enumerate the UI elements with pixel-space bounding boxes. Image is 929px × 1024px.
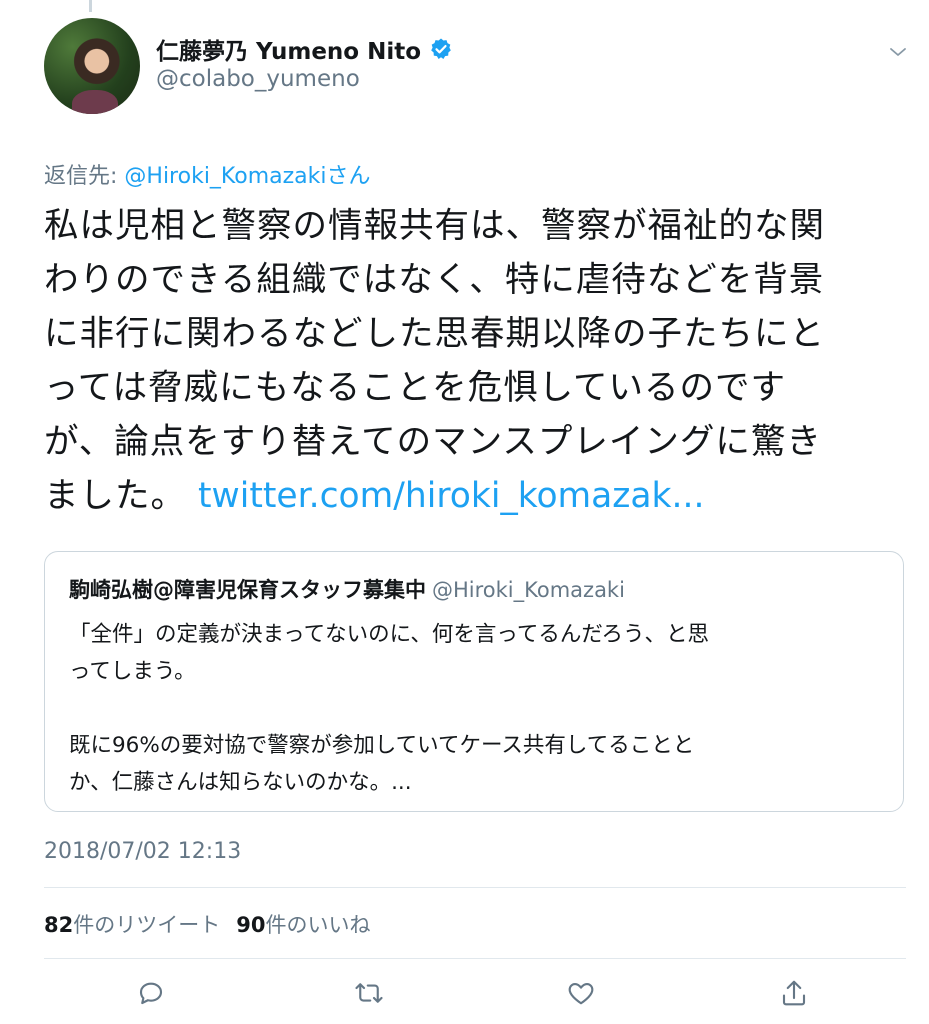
- retweet-button[interactable]: [352, 976, 386, 1010]
- retweet-label: 件のリツイート: [73, 913, 221, 937]
- quoted-text-line: ってしまう。: [69, 659, 196, 684]
- verified-badge-icon: [431, 38, 451, 59]
- retweet-count: 82: [44, 913, 74, 937]
- author-display-name[interactable]: 仁藤夢乃 Yumeno Nito: [156, 32, 421, 66]
- quoted-text-paragraph-gap: [69, 690, 889, 727]
- divider: [44, 887, 906, 888]
- reply-to-mention[interactable]: @Hiroki_Komazakiさん: [124, 164, 370, 189]
- author-avatar[interactable]: [44, 18, 140, 114]
- reply-to-prefix: 返信先:: [44, 164, 125, 189]
- like-button[interactable]: [564, 976, 598, 1010]
- tweet-text-line: わりのできる組織ではなく、特に虐待などを背景: [44, 260, 825, 300]
- tweet-text-line: ました。: [44, 476, 186, 516]
- quoted-author-name: 駒崎弘樹@障害児保育スタッフ募集中: [69, 578, 426, 602]
- tweet-text-last-line: ました。 twitter.com/hiroki_komazak...: [44, 469, 894, 523]
- heart-icon: [568, 982, 594, 1005]
- retweet-icon: [355, 983, 383, 1003]
- quoted-tweet-header: 駒崎弘樹@障害児保育スタッフ募集中 @Hiroki_Komazaki: [69, 574, 625, 604]
- quoted-text-line: か、仁藤さんは知らないのかな。...: [69, 770, 412, 795]
- tweet-text-line: っては脅威にもなることを危惧しているのです: [44, 368, 787, 408]
- quoted-text-line: 「全件」の定義が決まってないのに、何を言ってるんだろう、と思: [69, 622, 710, 647]
- tweet-text-line: が、論点をすり替えてのマンスプレイングに驚き: [44, 422, 822, 462]
- tweet-timestamp[interactable]: 2018/07/02 12:13: [44, 839, 241, 864]
- quoted-text-line: 既に96%の要対協で警察が参加していてケース共有してることと: [69, 733, 695, 758]
- retweet-stat[interactable]: 82件のリツイート: [44, 913, 220, 937]
- thread-connector-line: [89, 0, 92, 12]
- quoted-tweet-text: 「全件」の定義が決まってないのに、何を言ってるんだろう、と思 ってしまう。 既に…: [69, 616, 889, 801]
- tweet-text-line: に非行に関わるなどした思春期以降の子たちにと: [44, 314, 825, 354]
- author-name-row[interactable]: 仁藤夢乃 Yumeno Nito: [156, 32, 453, 66]
- like-label: 件のいいね: [265, 913, 371, 937]
- tweet-text-line: 私は児相と警察の情報共有は、警察が福祉的な関: [44, 206, 825, 246]
- tweet-link[interactable]: twitter.com/hiroki_komazak...: [198, 476, 704, 516]
- quoted-tweet-card[interactable]: 駒崎弘樹@障害児保育スタッフ募集中 @Hiroki_Komazaki 「全件」の定…: [44, 551, 904, 812]
- divider: [44, 958, 906, 959]
- reply-button[interactable]: [134, 976, 168, 1010]
- engagement-stats: 82件のリツイート 90件のいいね: [44, 909, 370, 939]
- reply-icon: [139, 982, 163, 1005]
- like-stat[interactable]: 90件のいいね: [236, 913, 370, 937]
- author-handle[interactable]: @colabo_yumeno: [156, 66, 360, 92]
- tweet-text: 私は児相と警察の情報共有は、警察が福祉的な関 わりのできる組織ではなく、特に虐待…: [44, 199, 894, 523]
- quoted-author-handle: @Hiroki_Komazaki: [432, 578, 625, 602]
- like-count: 90: [236, 913, 266, 937]
- avatar-figure: [72, 90, 118, 114]
- chevron-down-icon[interactable]: [886, 40, 910, 64]
- reply-to-line: 返信先: @Hiroki_Komazakiさん: [44, 158, 371, 190]
- share-icon: [782, 980, 806, 1006]
- share-button[interactable]: [777, 976, 811, 1010]
